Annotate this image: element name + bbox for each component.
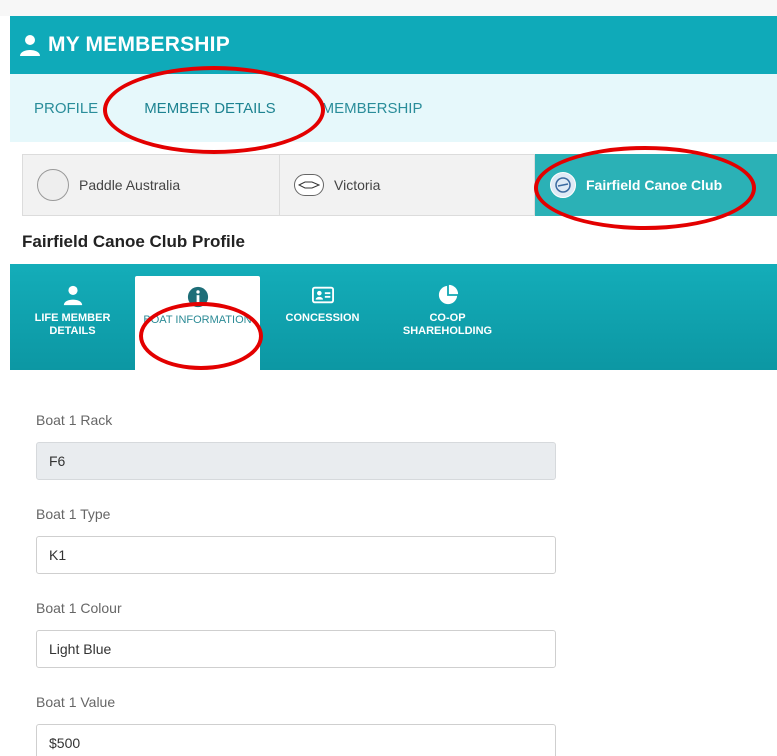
sub-tab-label: BOAT INFORMATION bbox=[143, 314, 252, 326]
sub-tab-boat-information[interactable]: BOAT INFORMATION bbox=[135, 276, 260, 382]
tab-member-details[interactable]: MEMBER DETAILS bbox=[144, 100, 275, 117]
page-title: MY MEMBERSHIP bbox=[48, 33, 230, 56]
boat-1-rack-group: Boat 1 Rack bbox=[36, 412, 556, 480]
boat-1-type-group: Boat 1 Type bbox=[36, 506, 556, 574]
header-bar: MY MEMBERSHIP bbox=[10, 16, 777, 74]
boat-1-colour-group: Boat 1 Colour bbox=[36, 600, 556, 668]
boat-1-rack-field bbox=[36, 442, 556, 480]
tab-membership[interactable]: MEMBERSHIP bbox=[322, 100, 423, 117]
org-label: Paddle Australia bbox=[79, 177, 181, 193]
org-tab-fairfield-canoe-club[interactable]: Fairfield Canoe Club bbox=[535, 154, 777, 216]
boat-information-form: Boat 1 Rack Boat 1 Type Boat 1 Colour Bo… bbox=[36, 412, 556, 756]
boat-1-value-group: Boat 1 Value bbox=[36, 694, 556, 756]
profile-sub-tabs: LIFE MEMBER DETAILS BOAT INFORMATION CON… bbox=[10, 264, 777, 382]
boat-1-rack-label: Boat 1 Rack bbox=[36, 412, 113, 428]
profile-heading: Fairfield Canoe Club Profile bbox=[22, 232, 245, 251]
boat-1-colour-label: Boat 1 Colour bbox=[36, 600, 122, 616]
boat-1-type-field[interactable] bbox=[36, 536, 556, 574]
pie-chart-icon bbox=[438, 284, 458, 305]
org-label: Victoria bbox=[334, 177, 381, 193]
boat-1-value-field[interactable] bbox=[36, 724, 556, 756]
boat-1-value-label: Boat 1 Value bbox=[36, 694, 116, 710]
org-tab-paddle-australia[interactable]: Paddle Australia bbox=[22, 154, 280, 216]
sub-tab-label: LIFE MEMBER DETAILS bbox=[34, 312, 111, 337]
paddle-australia-logo-icon bbox=[37, 169, 69, 201]
top-strip bbox=[0, 0, 777, 16]
member-tabs: PROFILE MEMBER DETAILS MEMBERSHIP bbox=[10, 74, 777, 142]
organisation-tabs: Paddle Australia Victoria Fairfield Cano… bbox=[22, 154, 777, 216]
org-label: Fairfield Canoe Club bbox=[586, 177, 723, 193]
tab-profile[interactable]: PROFILE bbox=[34, 100, 98, 117]
info-icon bbox=[187, 286, 208, 308]
sub-tab-co-op-shareholding[interactable]: CO-OP SHAREHOLDING bbox=[385, 264, 510, 370]
sub-tab-life-member-details[interactable]: LIFE MEMBER DETAILS bbox=[10, 264, 135, 370]
user-icon bbox=[20, 35, 40, 56]
id-card-icon bbox=[311, 286, 334, 304]
sub-tab-concession[interactable]: CONCESSION bbox=[260, 264, 385, 370]
boat-1-colour-field[interactable] bbox=[36, 630, 556, 668]
fairfield-canoe-club-logo-icon bbox=[550, 172, 576, 198]
sub-tab-label: CONCESSION bbox=[285, 312, 360, 324]
boat-1-type-label: Boat 1 Type bbox=[36, 506, 111, 522]
org-tab-victoria[interactable]: Victoria bbox=[280, 154, 535, 216]
user-icon bbox=[63, 285, 82, 306]
sub-tab-label: CO-OP SHAREHOLDING bbox=[402, 312, 493, 337]
victoria-logo-icon bbox=[294, 174, 324, 196]
